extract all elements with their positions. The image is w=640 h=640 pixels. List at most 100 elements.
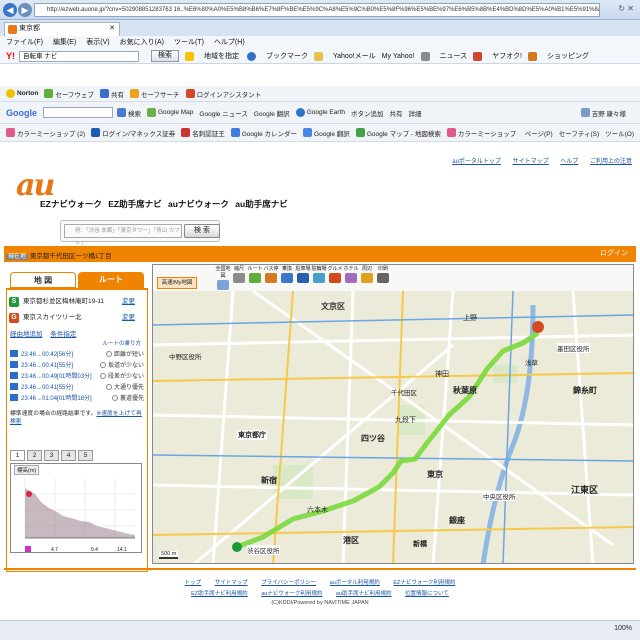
- fav-item-maps[interactable]: Google マップ - 地図検索: [355, 128, 441, 138]
- route-item[interactable]: 23:46→01:04[01時間18分] 裏道優先: [10, 392, 144, 403]
- radio-icon[interactable]: [99, 361, 106, 368]
- norton-logo[interactable]: Norton: [6, 89, 38, 98]
- close-tab-icon[interactable]: ✕: [109, 23, 115, 35]
- login-link[interactable]: ログイン: [600, 248, 628, 258]
- menu-edit[interactable]: 編集(E): [53, 37, 76, 47]
- tab-map[interactable]: 地 図: [10, 272, 76, 288]
- footer-link[interactable]: トップ: [185, 580, 202, 586]
- google-add-btn[interactable]: ボタン追加: [351, 108, 384, 118]
- tool-national-map[interactable]: 全国地図: [215, 265, 231, 290]
- footer-link[interactable]: EZナビウォーク利用規約: [393, 580, 455, 586]
- route-item[interactable]: 23:46→00:41[55分] 坂道が少ない: [10, 359, 144, 370]
- link-portal-top[interactable]: auポータルトップ: [452, 159, 501, 165]
- norton-safesearch[interactable]: セーフサーチ: [129, 89, 180, 99]
- google-share-btn[interactable]: 共有: [389, 108, 402, 118]
- route-item[interactable]: 23:46→00:41[55分] 大通り優先: [10, 381, 144, 392]
- product-au-navi-walk[interactable]: auナビウォーク: [168, 199, 229, 209]
- tool-scale[interactable]: 縮尺: [231, 265, 247, 283]
- link-notice[interactable]: ご利用上の注意: [590, 159, 632, 165]
- page-menu[interactable]: ページ(P): [525, 128, 553, 138]
- tab-route[interactable]: ルート: [78, 272, 144, 288]
- tool-nearby[interactable]: 周辺: [359, 265, 375, 283]
- url-field[interactable]: http://ezweb.auone.jp/?cnv=5029088512837…: [34, 3, 600, 17]
- elev-tab-5[interactable]: 5: [78, 450, 93, 461]
- back-icon[interactable]: ◀: [3, 3, 17, 17]
- tool-print[interactable]: 印刷: [375, 265, 391, 283]
- footer-link[interactable]: 位置情報について: [405, 591, 449, 597]
- route-map[interactable]: 高速/My地図 全国地図 縮尺 ルート バス停 乗換 駐車場 駐輪場 グルメ ホ…: [152, 264, 634, 564]
- google-more-btn[interactable]: 詳細: [408, 108, 421, 118]
- elev-tab-4[interactable]: 4: [61, 450, 76, 461]
- fav-item-calendar[interactable]: Google カレンダー: [230, 128, 297, 138]
- elev-tab-2[interactable]: 2: [27, 450, 42, 461]
- google-search-btn[interactable]: 検索: [117, 108, 141, 118]
- yahoo-my[interactable]: My Yahoo!: [382, 53, 415, 60]
- google-earth-btn[interactable]: Google Earth: [295, 108, 345, 117]
- browser-tab[interactable]: 東京都 ✕: [4, 22, 120, 36]
- add-waypoint-link[interactable]: 経由地追加: [10, 331, 43, 338]
- forward-icon[interactable]: ▶: [18, 3, 32, 17]
- footer-link[interactable]: au助手席ナビ利用規約: [336, 591, 392, 597]
- google-news-btn[interactable]: Google ニュース: [199, 108, 247, 118]
- menu-view[interactable]: 表示(V): [86, 37, 109, 47]
- fav-item-monex[interactable]: ログイン/マネックス証券: [91, 128, 175, 138]
- route-item[interactable]: 23:46→00:49[01時間03分] 段差が少ない: [10, 370, 144, 381]
- fav-item-colorme[interactable]: カラーミーショップ (2): [6, 128, 85, 138]
- fav-item-translate[interactable]: Google 翻訳: [303, 128, 350, 138]
- menu-favorites[interactable]: お気に入り(A): [120, 37, 164, 47]
- yahoo-shopping[interactable]: ショッピング: [547, 51, 589, 61]
- tools-menu[interactable]: ツール(O): [605, 128, 634, 138]
- yahoo-mail[interactable]: Yahoo!メール: [333, 51, 376, 61]
- footer-link[interactable]: プライバシーポリシー: [261, 580, 316, 586]
- yahoo-auction[interactable]: ヤフオク!: [492, 51, 522, 61]
- conditions-link[interactable]: 条件指定: [50, 331, 76, 338]
- norton-share[interactable]: 共有: [99, 89, 124, 99]
- norton-safeweb[interactable]: セーフウェブ: [44, 89, 94, 99]
- google-map-btn[interactable]: Google Map: [147, 108, 193, 117]
- search-input[interactable]: 例：「渋谷 本郷」「東京タワー」「青山 カフェ」: [64, 224, 182, 246]
- tool-bike-parking[interactable]: 駐輪場: [311, 265, 327, 283]
- yahoo-search-input[interactable]: 自転車 ナビ: [19, 50, 139, 62]
- link-sitemap[interactable]: サイトマップ: [513, 159, 549, 165]
- yahoo-news[interactable]: ニュース: [440, 51, 468, 61]
- radio-icon[interactable]: [105, 383, 112, 390]
- tool-route[interactable]: ルート: [247, 265, 263, 283]
- safety-menu[interactable]: セーフティ(S): [559, 128, 599, 138]
- google-translate-btn[interactable]: Google 翻訳: [254, 108, 290, 118]
- product-ez-car-navi[interactable]: EZ助手席ナビ: [108, 199, 161, 209]
- footer-link[interactable]: auポータル利用規約: [330, 580, 380, 586]
- footer-link[interactable]: auナビウォーク利用規約: [261, 591, 322, 597]
- route-item[interactable]: 23:46→00:42[56分] 距離が短い: [10, 348, 144, 359]
- menu-help[interactable]: ヘルプ(H): [214, 37, 245, 47]
- product-au-car-navi[interactable]: au助手席ナビ: [235, 199, 287, 209]
- menu-tools[interactable]: ツール(T): [174, 37, 204, 47]
- tool-bus[interactable]: バス停: [263, 265, 279, 283]
- norton-login[interactable]: ログインアシスタント: [185, 89, 261, 99]
- link-help[interactable]: ヘルプ: [560, 159, 578, 165]
- tool-hotel[interactable]: ホテル: [343, 265, 359, 283]
- goal-change-link[interactable]: 変更: [122, 312, 135, 324]
- refresh-icon[interactable]: ↻ ✕: [618, 4, 634, 13]
- menu-file[interactable]: ファイル(F): [6, 37, 43, 47]
- footer-link[interactable]: サイトマップ: [215, 580, 248, 586]
- radio-icon[interactable]: [99, 372, 106, 379]
- product-ez-navi-walk[interactable]: EZナビウォーク: [40, 199, 102, 209]
- yahoo-search-button[interactable]: 検索: [151, 50, 179, 62]
- yahoo-bookmark[interactable]: ブックマーク: [266, 51, 308, 61]
- search-button[interactable]: 検 索: [184, 224, 220, 238]
- google-signin[interactable]: 吉野 康々様: [580, 108, 626, 118]
- map-layer-tab[interactable]: 高速/My地図: [157, 277, 197, 289]
- yahoo-region[interactable]: 地域を指定: [204, 51, 239, 61]
- radio-icon[interactable]: [111, 394, 118, 401]
- elev-tab-1[interactable]: 1: [10, 450, 25, 461]
- fav-item-meishi[interactable]: 名刺認証王: [181, 128, 225, 138]
- tool-transfer[interactable]: 乗換: [279, 265, 295, 283]
- radio-icon[interactable]: [105, 350, 112, 357]
- tool-parking[interactable]: 駐車場: [295, 265, 311, 283]
- google-search-input[interactable]: [43, 107, 113, 118]
- fav-item-colorme2[interactable]: カラーミーショップ: [446, 128, 516, 138]
- elev-tab-3[interactable]: 3: [44, 450, 59, 461]
- start-change-link[interactable]: 変更: [122, 296, 135, 308]
- footer-link[interactable]: EZ助手席ナビ利用規約: [191, 591, 248, 597]
- route-note-link[interactable]: ルートの乗り方: [102, 339, 141, 347]
